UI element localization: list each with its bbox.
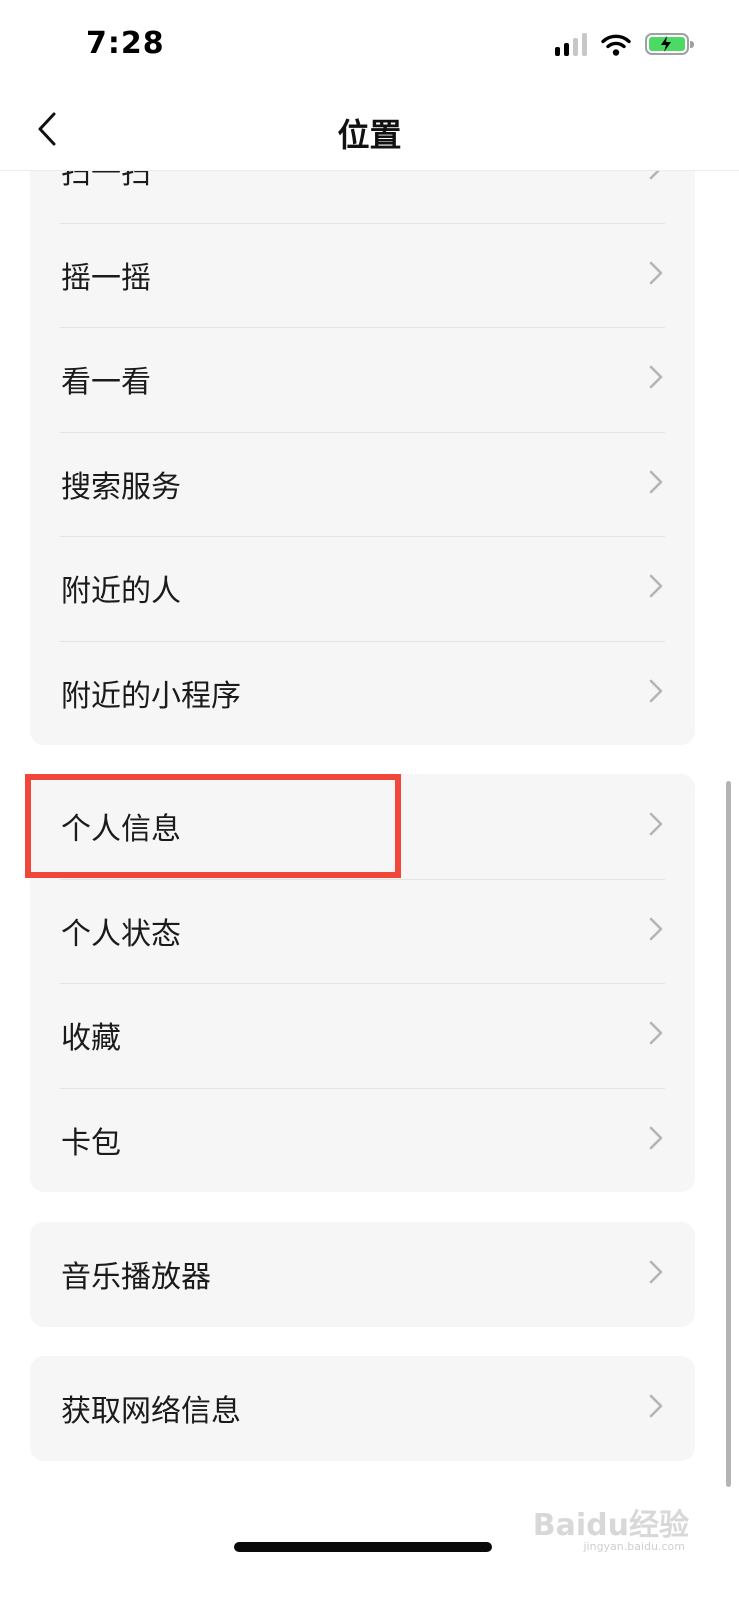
settings-group-features: 扫一扫 摇一摇 看一看 搜索服务 附近的人 附近的小程序 [30,170,695,745]
chevron-right-icon [649,1260,663,1288]
status-bar: 7:28 [0,0,739,90]
settings-list[interactable]: 扫一扫 摇一摇 看一看 搜索服务 附近的人 附近的小程序 个人信息 个人状态 收… [0,170,739,1600]
chevron-right-icon [649,1126,663,1154]
list-item-shake[interactable]: 摇一摇 [30,222,695,328]
list-item-label: 摇一摇 [61,260,151,296]
page-title: 位置 [337,116,402,154]
chevron-right-icon [649,812,663,840]
list-item-label: 附近的人 [61,574,181,610]
scrollbar[interactable] [726,781,731,1487]
list-item-people-nearby[interactable]: 附近的人 [30,536,695,641]
list-item-card-wallet[interactable]: 卡包 [30,1087,695,1193]
navigation-bar: 位置 [0,90,739,171]
list-item-label: 音乐播放器 [61,1260,211,1296]
cellular-signal-icon [555,32,587,56]
list-item-label: 获取网络信息 [61,1394,241,1430]
settings-group-music: 音乐播放器 [30,1222,695,1327]
list-item-personal-status[interactable]: 个人状态 [30,878,695,984]
chevron-right-icon [649,1021,663,1049]
watermark-url: jingyan.baidu.com [583,1540,685,1553]
watermark-logo: Baidu经验 [532,1508,689,1543]
list-item-favorites[interactable]: 收藏 [30,983,695,1088]
list-item-nearby-mini-programs[interactable]: 附近的小程序 [30,640,695,746]
chevron-right-icon [649,1394,663,1422]
status-time: 7:28 [86,26,165,61]
chevron-right-icon [649,574,663,602]
list-item-label: 个人状态 [61,916,181,952]
home-indicator[interactable] [234,1542,492,1552]
status-icons [555,32,694,56]
list-item-music-player[interactable]: 音乐播放器 [30,1222,695,1327]
annotation-highlight-box [25,774,401,878]
list-item-top-stories[interactable]: 看一看 [30,327,695,432]
settings-group-network: 获取网络信息 [30,1356,695,1461]
chevron-right-icon [649,170,663,184]
chevron-right-icon [649,470,663,498]
list-item-label: 卡包 [61,1125,121,1161]
battery-icon [645,33,694,55]
list-item-search-service[interactable]: 搜索服务 [30,431,695,537]
list-item-label: 收藏 [61,1021,121,1057]
chevron-right-icon [649,679,663,707]
list-item-label: 附近的小程序 [61,678,241,714]
chevron-right-icon [649,365,663,393]
list-item-label: 扫一扫 [61,170,151,192]
wifi-icon [601,34,631,56]
list-item-scan[interactable]: 扫一扫 [30,170,695,223]
chevron-right-icon [649,261,663,289]
list-item-label: 搜索服务 [61,469,181,505]
chevron-right-icon [649,917,663,945]
list-item-label: 看一看 [61,365,151,401]
list-item-network-info[interactable]: 获取网络信息 [30,1356,695,1461]
